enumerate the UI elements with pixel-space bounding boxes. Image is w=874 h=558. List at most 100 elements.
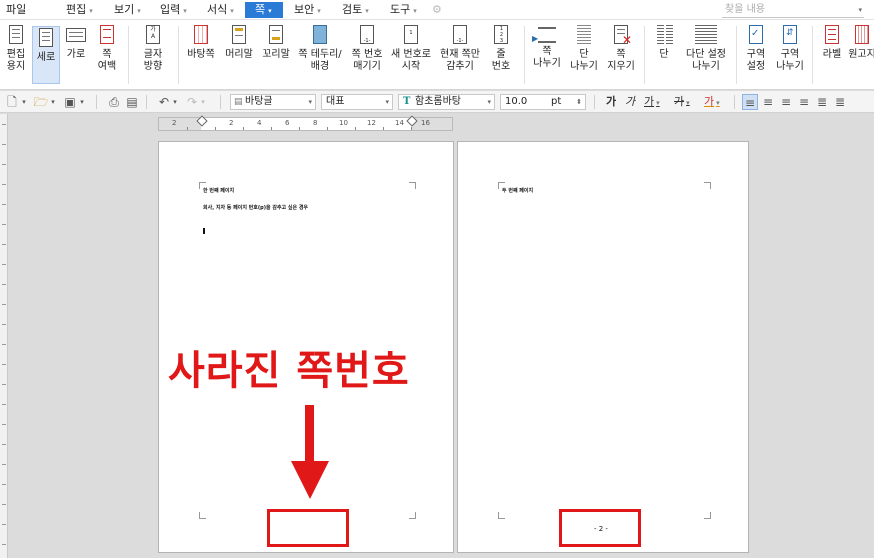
delete-page-icon: ✕: [610, 24, 632, 46]
chevron-down-icon[interactable]: ▾: [20, 94, 28, 110]
manuscript-button[interactable]: 원고지: [848, 24, 874, 61]
page-number-icon: -1-: [356, 24, 378, 46]
menu-format[interactable]: 서식 ▾: [207, 2, 234, 18]
menu-security[interactable]: 보안 ▾: [294, 2, 321, 18]
align-left-icon[interactable]: ≡: [760, 94, 776, 110]
italic-button[interactable]: 가: [625, 94, 635, 110]
chevron-down-icon: ▾: [268, 7, 272, 15]
menu-label: 편집: [66, 3, 87, 16]
button-label: 가로: [66, 49, 86, 60]
formatting-toolbar: 🗋 ▾ 🗁 ▾ ▣ ▾ ⎙ ▤ ↶ ▾ ↷ ▾ ▤ 바탕글 ▾ 대표 ▾ T 함초롬바탕…: [0, 91, 874, 113]
line-number-button[interactable]: 123 줄 번호: [487, 24, 515, 73]
master-page-button[interactable]: 바탕쪽: [184, 24, 218, 61]
page1-line2[interactable]: 회사, 지자 등 페이지 번호(p)을 감추고 싶은 경우: [203, 205, 308, 211]
chevron-down-icon: ▾: [385, 98, 389, 106]
ribbon-separator: [812, 26, 813, 84]
arrow-down-icon: [305, 405, 314, 463]
bold-label: 가: [606, 95, 617, 108]
chevron-down-icon[interactable]: ▾: [858, 2, 862, 18]
chevron-down-icon: ▾: [308, 98, 312, 106]
chevron-down-icon[interactable]: ▾: [49, 94, 57, 110]
redo-icon[interactable]: ↷: [184, 94, 200, 110]
button-label: 구역 설정: [746, 49, 766, 72]
header-button[interactable]: 머리말: [222, 24, 256, 61]
strikethrough-button[interactable]: 가 ▾: [674, 94, 690, 111]
chevron-down-icon[interactable]: ▾: [78, 94, 86, 110]
section-setup-button[interactable]: ✓ 구역 설정: [740, 24, 772, 73]
portrait-button[interactable]: 세로: [32, 26, 60, 84]
page-setup-button[interactable]: 편집 용지: [2, 24, 30, 73]
search-placeholder: 찾을 내용: [725, 4, 765, 15]
ruler-margin-right: [412, 118, 452, 130]
bold-button[interactable]: 가: [606, 94, 616, 110]
delete-page-button[interactable]: ✕ 쪽 지우기: [604, 24, 638, 73]
label-button[interactable]: 라벨: [818, 24, 846, 61]
button-label: 쪽 번호 매기기: [351, 49, 383, 72]
print-icon[interactable]: ⎙: [106, 94, 122, 110]
search-input[interactable]: 찾을 내용 ▾: [722, 2, 864, 18]
section-break-button[interactable]: ⇵ 구역 나누기: [774, 24, 806, 73]
ruler-label: 10: [339, 119, 348, 127]
gear-icon[interactable]: ⚙: [432, 2, 442, 18]
chevron-down-icon[interactable]: ▾: [199, 94, 207, 110]
menu-page[interactable]: 쪽 ▾: [245, 2, 283, 18]
new-number-icon: 1: [400, 24, 422, 46]
menu-view[interactable]: 보기 ▾: [114, 2, 141, 18]
menu-edit[interactable]: 편집 ▾: [66, 2, 93, 18]
menu-review[interactable]: 검토 ▾: [342, 2, 369, 18]
preview-icon[interactable]: ▤: [124, 94, 140, 110]
highlight-box-page2: [559, 509, 641, 547]
new-document-icon[interactable]: 🗋: [4, 94, 20, 110]
spinner-icon[interactable]: ⬍: [576, 95, 582, 109]
toolbar-separator: [734, 95, 735, 109]
hide-page-button[interactable]: -1- 현재 쪽만 감추기: [435, 24, 485, 73]
save-icon[interactable]: ▣: [62, 94, 78, 110]
landscape-button[interactable]: 가로: [62, 24, 90, 61]
align-right-icon[interactable]: ≡: [796, 94, 812, 110]
multi-column-icon: [695, 24, 717, 46]
menu-insert[interactable]: 입력 ▾: [160, 2, 187, 18]
header-icon: [228, 24, 250, 46]
margins-button[interactable]: 쪽 여백: [92, 24, 122, 73]
page-number-button[interactable]: -1- 쪽 번호 매기기: [348, 24, 386, 73]
new-number-button[interactable]: 1 새 번호로 시작: [389, 24, 433, 73]
open-folder-icon[interactable]: 🗁: [33, 94, 49, 110]
font-value: 함초롬바탕: [415, 96, 461, 107]
multi-column-button[interactable]: 다단 설정 나누기: [681, 24, 731, 73]
page-break-button[interactable]: ▶ 쪽 나누기: [530, 24, 564, 70]
page1-line1[interactable]: 한 번째 페이지: [203, 188, 234, 194]
ribbon-separator: [524, 26, 525, 84]
text-direction-button[interactable]: 가A 글자 방향: [136, 24, 170, 73]
footer-button[interactable]: 꼬리말: [259, 24, 293, 61]
button-label: 세로: [36, 52, 56, 63]
font-select[interactable]: T 함초롬바탕 ▾: [398, 94, 495, 110]
ribbon-separator: [128, 26, 129, 84]
menu-tools[interactable]: 도구 ▾: [390, 2, 417, 18]
ribbon: 편집 용지 세로 가로 쪽 여백 가A 글자 방향 바탕쪽 머리말 꼬리말 쪽 …: [0, 20, 874, 90]
chevron-down-icon[interactable]: ▾: [171, 94, 179, 110]
chevron-down-icon: ▾: [656, 99, 660, 107]
toolbar-separator: [220, 95, 221, 109]
column-break-icon: [573, 24, 595, 46]
menu-bar: 파일 편집 ▾ 보기 ▾ 입력 ▾ 서식 ▾ 쪽 ▾ 보안 ▾ 검토 ▾ 도구 ▾ ⚙ 찾을 내…: [0, 0, 874, 20]
margin-corner: [704, 512, 711, 519]
button-label: 단 나누기: [570, 49, 598, 72]
columns-button[interactable]: 단: [650, 24, 678, 61]
style-select[interactable]: ▤ 바탕글 ▾: [230, 94, 316, 110]
underline-button[interactable]: 가 ▾: [644, 94, 660, 111]
page2-line1[interactable]: 두 번째 페이지: [502, 188, 533, 194]
undo-icon[interactable]: ↶: [156, 94, 172, 110]
divide-icon[interactable]: ≣: [832, 94, 848, 110]
button-label: 줄 번호: [491, 49, 511, 72]
column-break-button[interactable]: 단 나누기: [567, 24, 601, 73]
font-size-input[interactable]: 10.0 pt ⬍: [500, 94, 586, 110]
align-center-icon[interactable]: ≡: [778, 94, 794, 110]
justify-icon[interactable]: ≡: [742, 94, 758, 110]
font-color-button[interactable]: 가 ▾: [704, 94, 720, 111]
font-size-value: 10.0: [505, 96, 528, 107]
distribute-icon[interactable]: ≣: [814, 94, 830, 110]
manuscript-icon: [851, 24, 873, 46]
page-border-button[interactable]: 쪽 테두리/ 배경: [296, 24, 344, 73]
menu-file[interactable]: 파일: [6, 2, 26, 18]
language-select[interactable]: 대표 ▾: [321, 94, 393, 110]
